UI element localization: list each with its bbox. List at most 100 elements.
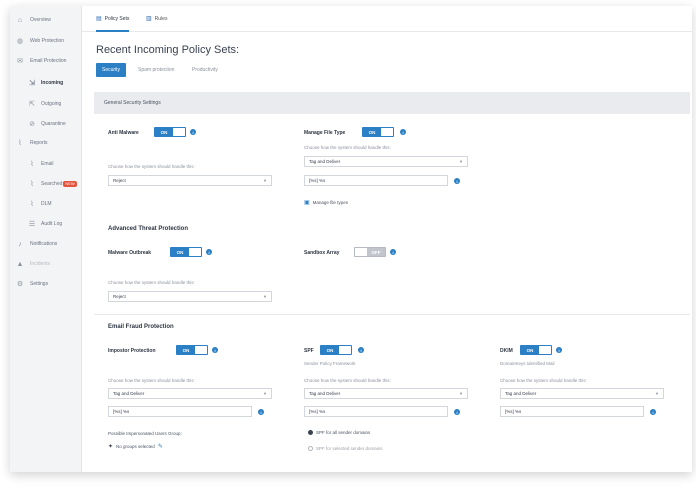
impostor-info-icon[interactable]: i [212, 347, 218, 353]
file-icon: ▣ [304, 200, 310, 206]
dkim-subtitle: DomainKeys Identified Mail [500, 361, 555, 366]
tab-rules[interactable]: ▥ Rules [146, 15, 167, 23]
chart-icon: ⌇ [30, 161, 34, 168]
manage-file-type-help: Choose how the system should handle this… [304, 145, 391, 150]
manage-file-type-info-icon[interactable]: i [400, 129, 406, 135]
malware-outbreak-info-icon[interactable]: i [206, 249, 212, 255]
malware-outbreak-toggle[interactable]: ON [170, 247, 202, 257]
page-title: Recent Incoming Policy Sets: [96, 44, 240, 56]
main-content: ▤ Policy Sets ▥ Rules Recent Incoming Poli… [82, 6, 692, 472]
dkim-info-icon[interactable]: i [556, 347, 562, 353]
sandbox-array-toggle[interactable]: OFF [354, 247, 386, 257]
section-header-general: General Security Settings [94, 92, 690, 114]
spf-label: SPF [304, 348, 314, 354]
manage-file-type-action-select[interactable]: Tag and Deliver ▼ [304, 156, 468, 167]
spf-toggle[interactable]: ON [320, 345, 352, 355]
manage-file-type-label: Manage File Type [304, 130, 346, 136]
sidebar-item-email[interactable]: ⌇ Email [28, 155, 53, 173]
spf-tag-info-icon[interactable]: i [454, 409, 460, 415]
chevron-down-icon: ▼ [263, 294, 267, 299]
chevron-down-icon: ▼ [459, 159, 463, 164]
sidebar-item-email-protection[interactable]: ✉ Email Protection [16, 52, 66, 70]
sidebar-item-incidents[interactable]: ▲ Incidents [16, 255, 50, 273]
subtab-security[interactable]: Security [96, 63, 127, 77]
chart-icon: ⌇ [18, 140, 22, 147]
chart-icon: ⌇ [30, 201, 34, 208]
policy-icon: ▤ [96, 16, 102, 22]
spf-tag-input[interactable]: [%s] %s [304, 406, 448, 417]
chevron-down-icon: ▼ [263, 178, 267, 183]
dkim-action-select[interactable]: Tag and Deliver ▼ [500, 388, 664, 399]
dkim-help: Choose how the system should handle this… [500, 378, 587, 383]
impostor-tag-input[interactable]: [%s] %s [108, 406, 252, 417]
dkim-tag-info-icon[interactable]: i [650, 409, 656, 415]
subtab-spam-protection[interactable]: Spam protection [138, 63, 174, 77]
chevron-down-icon: ▼ [655, 391, 659, 396]
anti-malware-info-icon[interactable]: i [190, 129, 196, 135]
impostor-protection-toggle[interactable]: ON [176, 345, 208, 355]
malware-outbreak-action-select[interactable]: Reject ▼ [108, 291, 272, 302]
spf-info-icon[interactable]: i [358, 347, 364, 353]
chevron-down-icon: ▼ [263, 391, 267, 396]
impostor-help: Choose how the system should handle this… [108, 378, 195, 383]
sidebar-item-overview[interactable]: ⌂ Overview [16, 11, 51, 29]
sidebar-item-web-protection[interactable]: ◍ Web Protection [16, 32, 64, 50]
section-divider [94, 314, 690, 315]
spf-all-domains-radio[interactable]: SPF for all sender domains [308, 430, 370, 435]
anti-malware-label: Anti Malware [108, 130, 139, 136]
impostor-tag-info-icon[interactable]: i [258, 409, 264, 415]
bell-icon: ♪ [18, 240, 22, 248]
quarantine-icon: ⊘ [29, 121, 35, 128]
sidebar-item-reports[interactable]: ⌇ Reports [16, 134, 47, 152]
spf-subtitle: Sender Policy Framework [304, 361, 356, 366]
sidebar-item-quarantine[interactable]: ⊘ Quarantine [28, 115, 66, 133]
sandbox-array-info-icon[interactable]: i [390, 249, 396, 255]
anti-malware-help: Choose how the system should handle this… [108, 164, 195, 169]
impersonated-users-value[interactable]: ✦ No groups selected ✎ [108, 443, 166, 450]
warning-icon: ▲ [16, 260, 24, 268]
app-window: ⌂ Overview ◍ Web Protection ✉ Email Protect… [10, 6, 692, 472]
home-icon: ⌂ [17, 16, 23, 24]
sidebar-item-dlm[interactable]: ⌇ DLM [28, 195, 51, 213]
dkim-label: DKIM [500, 348, 513, 354]
mail-icon: ✉ [17, 58, 23, 65]
sidebar-item-outgoing[interactable]: ⇱ Outgoing [28, 95, 61, 113]
sidebar: ⌂ Overview ◍ Web Protection ✉ Email Protect… [10, 6, 82, 472]
edit-icon: ✎ [157, 444, 163, 450]
top-tab-bar: ▤ Policy Sets ▥ Rules [82, 6, 692, 32]
gear-icon: ⚙ [16, 281, 24, 288]
impostor-action-select[interactable]: Tag and Deliver ▼ [108, 388, 272, 399]
chevron-down-icon: ▼ [459, 391, 463, 396]
new-badge: NEW [63, 181, 77, 187]
list-icon: ☰ [28, 221, 36, 228]
rules-icon: ▥ [146, 16, 152, 22]
atp-heading: Advanced Threat Protection [108, 226, 189, 232]
manage-file-type-toggle[interactable]: ON [362, 127, 394, 137]
inbox-icon: ⇲ [29, 80, 35, 87]
sidebar-item-audit-log[interactable]: ☰ Audit Log [28, 215, 62, 233]
sandbox-array-label: Sandbox Array [304, 250, 340, 256]
impersonated-users-label: Possible Impersonated Users Group: [108, 431, 182, 436]
manage-file-types-link[interactable]: ▣ Manage file types [304, 199, 348, 206]
impostor-protection-label: Impostor Protection [108, 348, 156, 354]
outbox-icon: ⇱ [29, 101, 35, 108]
anti-malware-action-select[interactable]: Reject ▼ [108, 175, 272, 186]
sidebar-item-searched[interactable]: ⌇ Searched NEW [28, 175, 77, 193]
tab-policy-sets[interactable]: ▤ Policy Sets [96, 15, 130, 32]
sidebar-item-incoming[interactable]: ⇲ Incoming [28, 74, 63, 92]
dkim-tag-input[interactable]: [%s] %s [500, 406, 644, 417]
manage-file-type-tag-input[interactable]: [%s] %s [304, 175, 448, 186]
sidebar-item-settings[interactable]: ⚙ Settings [16, 275, 48, 293]
anti-malware-toggle[interactable]: ON [154, 127, 186, 137]
subtab-productivity[interactable]: Productivity [192, 63, 218, 77]
sidebar-item-notifications[interactable]: ♪ Notifications [16, 235, 57, 253]
spf-selected-domains-radio[interactable]: SPF for selected sender domains [308, 446, 383, 451]
chart-icon: ⌇ [30, 181, 34, 188]
users-icon: ✦ [108, 444, 114, 450]
tag-info-icon[interactable]: i [454, 178, 460, 184]
dkim-toggle[interactable]: ON [520, 345, 552, 355]
globe-icon: ◍ [16, 38, 24, 45]
fraud-heading: Email Fraud Protection [108, 324, 174, 330]
spf-action-select[interactable]: Tag and Deliver ▼ [304, 388, 468, 399]
malware-outbreak-help: Choose how the system should handle this… [108, 280, 195, 285]
